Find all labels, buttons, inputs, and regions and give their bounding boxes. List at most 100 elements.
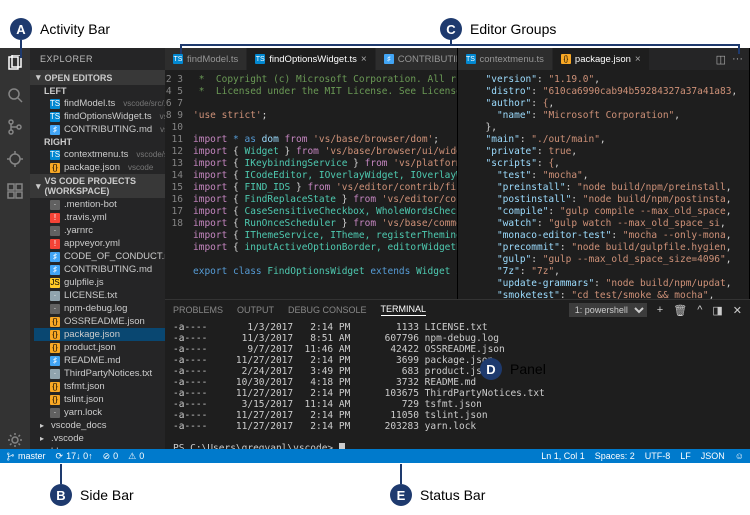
tree-item[interactable]: ·yarn.lock (34, 406, 165, 419)
tree-item[interactable]: TSfindOptionsWidget.tsvscode/src/... (34, 110, 165, 123)
file-tree: ·.mention-bot!.travis.yml·.yarnrc!appvey… (30, 198, 165, 449)
status-bar: master ⟳ 17↓ 0↑ ⊘ 0 ⚠ 0 Ln 1, Col 1 Spac… (0, 449, 750, 463)
terminal-body[interactable]: -a---- 1/3/2017 2:14 PM 1133 LICENSE.txt… (165, 320, 750, 449)
panel-maximize-icon[interactable]: ^ (697, 304, 702, 316)
file-icon: ♯ (50, 125, 60, 135)
panel-close-icon[interactable]: ✕ (733, 304, 742, 317)
status-branch[interactable]: master (6, 451, 46, 461)
panel-split-icon[interactable]: ◨ (712, 304, 722, 317)
editor-body-left[interactable]: 2 3 4 5 6 7 8 9 10 11 12 13 14 15 16 17 … (165, 70, 457, 299)
panel-tab-terminal[interactable]: TERMINAL (381, 304, 427, 316)
tabbar-left: TSfindModel.tsTSfindOptionsWidget.ts×♯CO… (165, 48, 457, 70)
tree-item[interactable]: {}package.json (34, 328, 165, 341)
tree-item[interactable]: ·ThirdPartyNotices.txt (34, 367, 165, 380)
tree-item[interactable]: ♯CONTRIBUTING.mdvscode (34, 123, 165, 136)
callout-e-line (400, 464, 402, 484)
source-control-icon[interactable] (6, 118, 24, 136)
tree-item[interactable]: JSgulpfile.js (34, 276, 165, 289)
file-icon: · (50, 369, 60, 379)
terminal-kill-icon[interactable]: 🗑 (673, 304, 687, 317)
file-icon: TS (173, 54, 183, 64)
file-icon: TS (255, 54, 265, 64)
editor-body-right[interactable]: "version": "1.19.0", "distro": "610ca699… (458, 70, 750, 299)
status-sync[interactable]: ⟳ 17↓ 0↑ (56, 451, 93, 462)
file-icon: TS (50, 112, 60, 122)
callout-c-bracket (180, 44, 740, 46)
debug-icon[interactable] (6, 150, 24, 168)
tree-item[interactable]: ♯README.md (34, 354, 165, 367)
workspace-header[interactable]: ▾ VS CODE PROJECTS (WORKSPACE) (30, 174, 165, 198)
status-encoding[interactable]: UTF-8 (645, 451, 671, 461)
status-errors[interactable]: ⊘ 0 (103, 451, 119, 462)
open-editors-header[interactable]: ▾ OPEN EDITORS (30, 70, 165, 85)
editor-tab[interactable]: ♯CONTRIBUTING.md (376, 48, 457, 70)
tree-item[interactable]: {}tsfmt.json (34, 380, 165, 393)
status-feedback[interactable]: ☺ (735, 451, 744, 461)
activity-bar (0, 48, 30, 449)
file-icon: {} (50, 330, 60, 340)
tabbar-right-actions: ◫ ··· (710, 48, 749, 70)
status-lang[interactable]: JSON (701, 451, 725, 461)
editor-area: TSfindModel.tsTSfindOptionsWidget.ts×♯CO… (165, 48, 750, 449)
editor-tab[interactable]: TSfindOptionsWidget.ts× (247, 48, 376, 70)
tree-item[interactable]: {}OSSREADME.json (34, 315, 165, 328)
file-icon: · (50, 304, 60, 314)
status-line[interactable]: Ln 1, Col 1 (541, 451, 585, 461)
file-icon: ! (50, 213, 60, 223)
extensions-icon[interactable] (6, 182, 24, 200)
file-icon: TS (50, 99, 60, 109)
tree-item[interactable]: {}product.json (34, 341, 165, 354)
status-eol[interactable]: LF (680, 451, 691, 461)
file-icon: {} (50, 343, 60, 353)
tree-item[interactable]: ♯CODE_OF_CONDUCT.md (34, 250, 165, 263)
editor-tab[interactable]: TSfindModel.ts (165, 48, 247, 70)
panel-tab-output[interactable]: OUTPUT (237, 305, 274, 315)
file-icon: · (50, 408, 60, 418)
tree-item[interactable]: {}package.jsonvscode (34, 161, 165, 174)
side-bar: EXPLORER ▾ OPEN EDITORS LEFT TSfindModel… (30, 48, 165, 449)
file-icon: ♯ (50, 265, 60, 275)
open-editors-right: RIGHT (30, 136, 165, 148)
editor-tab[interactable]: TScontextmenu.ts (458, 48, 553, 70)
tree-folder[interactable]: .vscode (34, 432, 165, 445)
settings-icon[interactable] (6, 431, 24, 449)
vscode-window: EXPLORER ▾ OPEN EDITORS LEFT TSfindModel… (0, 48, 750, 463)
tree-item[interactable]: !.travis.yml (34, 211, 165, 224)
search-icon[interactable] (6, 86, 24, 104)
status-spaces[interactable]: Spaces: 2 (595, 451, 635, 461)
file-icon: · (50, 200, 60, 210)
tree-item[interactable]: ·.mention-bot (34, 198, 165, 211)
file-icon: ♯ (50, 252, 60, 262)
file-icon: ♯ (50, 356, 60, 366)
more-icon[interactable]: ··· (732, 53, 743, 65)
file-icon: ♯ (384, 54, 394, 64)
file-icon: {} (561, 54, 571, 64)
tree-item[interactable]: {}tslint.json (34, 393, 165, 406)
panel: PROBLEMS OUTPUT DEBUG CONSOLE TERMINAL 1… (165, 299, 750, 449)
terminal-selector[interactable]: 1: powershell (569, 303, 647, 317)
tree-item[interactable]: TSfindModel.tsvscode/src/... (34, 97, 165, 110)
panel-tab-debug[interactable]: DEBUG CONSOLE (288, 305, 367, 315)
panel-tabs: PROBLEMS OUTPUT DEBUG CONSOLE TERMINAL 1… (165, 300, 750, 320)
tree-item[interactable]: ·.yarnrc (34, 224, 165, 237)
editor-tab[interactable]: {}package.json× (553, 48, 650, 70)
file-icon: {} (50, 163, 60, 173)
tree-item[interactable]: !appveyor.yml (34, 237, 165, 250)
tree-item[interactable]: ·LICENSE.txt (34, 289, 165, 302)
tree-folder[interactable]: vscode_docs (34, 419, 165, 432)
callout-c: C Editor Groups (440, 18, 556, 40)
tab-close-icon[interactable]: × (361, 54, 367, 65)
tabbar-right: TScontextmenu.ts{}package.json× ◫ ··· (458, 48, 750, 70)
tree-item[interactable]: ·npm-debug.log (34, 302, 165, 315)
open-editors-right-list: TScontextmenu.tsvscode/src/...{}package.… (30, 148, 165, 174)
file-icon: TS (466, 54, 476, 64)
file-icon: {} (50, 382, 60, 392)
split-icon[interactable]: ◫ (716, 53, 726, 66)
panel-tab-problems[interactable]: PROBLEMS (173, 305, 223, 315)
tab-close-icon[interactable]: × (635, 54, 641, 65)
tree-item[interactable]: ♯CONTRIBUTING.md (34, 263, 165, 276)
tree-item[interactable]: TScontextmenu.tsvscode/src/... (34, 148, 165, 161)
callout-b: B Side Bar (50, 484, 134, 506)
terminal-new-icon[interactable]: + (657, 304, 663, 316)
status-warnings[interactable]: ⚠ 0 (128, 451, 144, 462)
